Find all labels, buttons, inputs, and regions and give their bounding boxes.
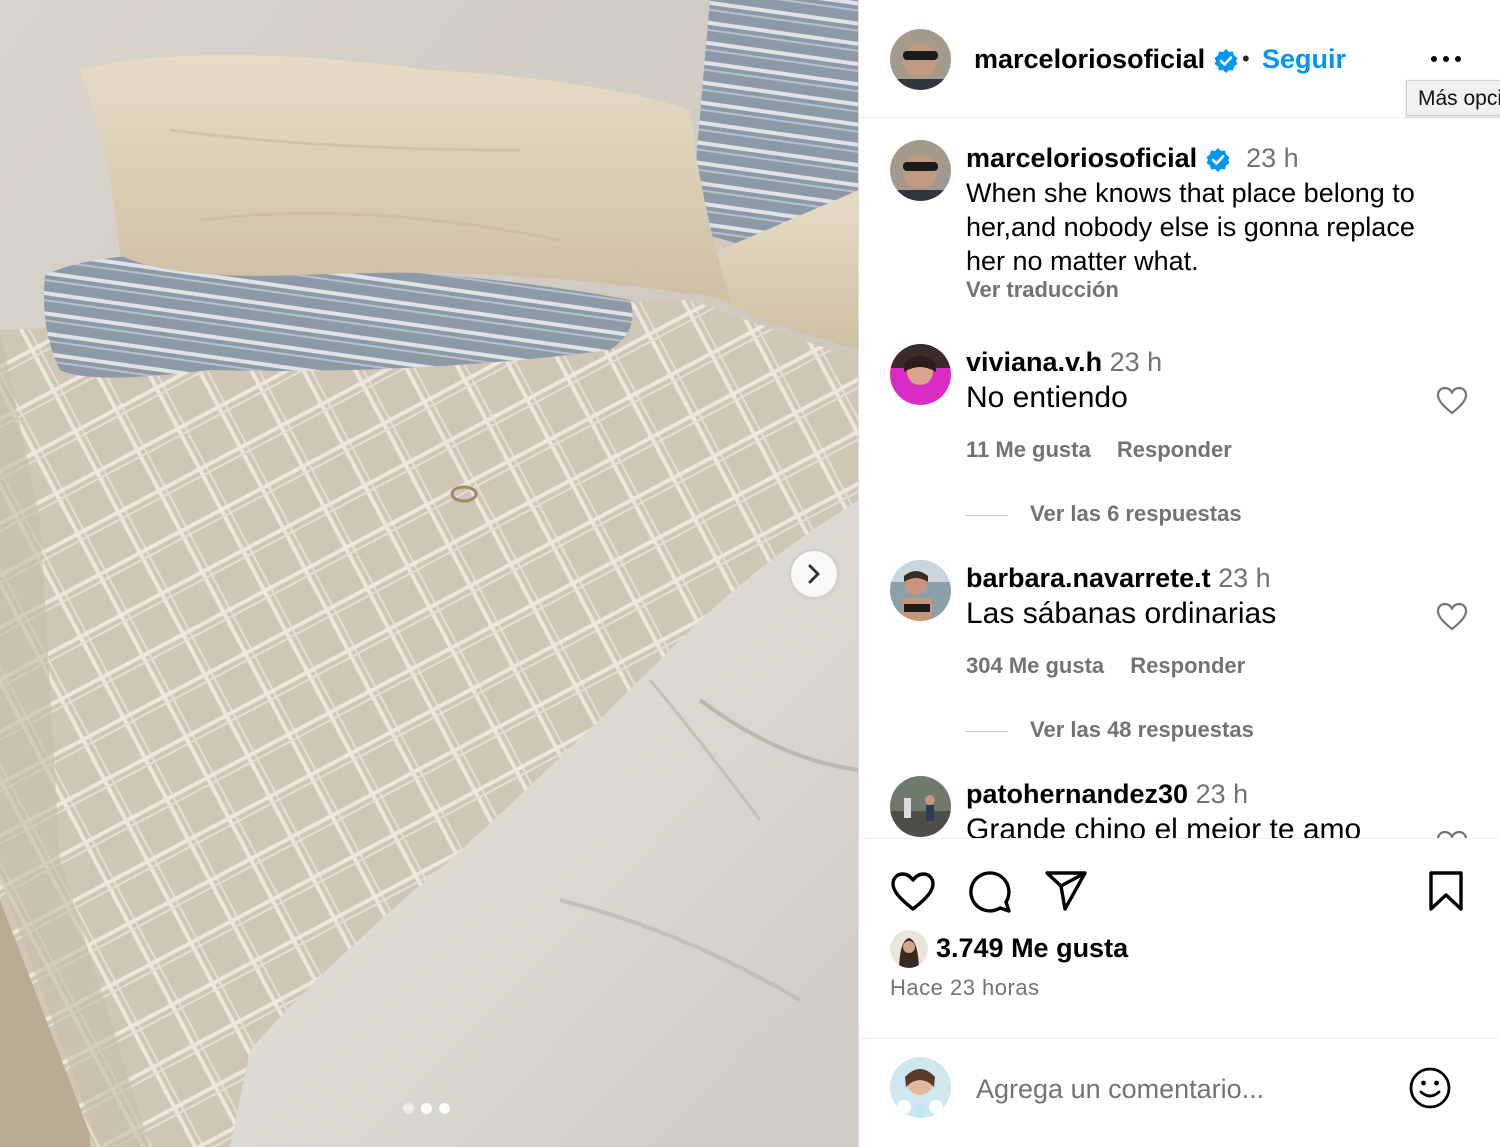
- more-options-button[interactable]: [1428, 44, 1464, 74]
- comment-input[interactable]: [976, 1069, 1396, 1109]
- comment-username[interactable]: patohernandez30 23 h: [966, 779, 1248, 810]
- verified-badge-icon: [1206, 147, 1230, 172]
- comment-avatar[interactable]: [890, 344, 951, 405]
- translate-link[interactable]: Ver traducción: [966, 277, 1119, 303]
- comment-likes[interactable]: 11 Me gusta: [966, 437, 1091, 462]
- post-photo[interactable]: [0, 0, 859, 1147]
- caption-avatar[interactable]: [890, 140, 951, 201]
- comment-like-heart-icon[interactable]: [1436, 602, 1468, 632]
- comment-composer: [860, 1038, 1500, 1147]
- comment-username[interactable]: barbara.navarrete.t 23 h: [966, 563, 1271, 594]
- comment-text: Grande chino el mejor te amo: [966, 813, 1362, 838]
- comment-text: Las sábanas ordinarias: [966, 597, 1277, 630]
- comment-bubble-icon[interactable]: [967, 869, 1013, 915]
- divider: [966, 514, 1008, 516]
- comment-like-heart-icon[interactable]: [1436, 386, 1468, 416]
- likes-count[interactable]: 3.749 Me gusta: [936, 933, 1128, 964]
- comment-meta: 304 Me gusta Responder: [966, 653, 1245, 679]
- comment-like-heart-icon[interactable]: [1436, 830, 1468, 838]
- more-horizontal-icon: [1431, 56, 1461, 62]
- follow-button[interactable]: Seguir: [1262, 44, 1346, 75]
- caption-username[interactable]: marceloriosoficial 23 h: [966, 143, 1299, 174]
- save-bookmark-icon[interactable]: [1427, 869, 1465, 913]
- comment-time: 23 h: [1218, 563, 1271, 593]
- separator: •: [1242, 46, 1250, 71]
- comment-avatar[interactable]: [890, 776, 951, 837]
- chevron-right-icon: [808, 564, 820, 584]
- carousel-indicator: [403, 1103, 450, 1114]
- post-header: marceloriosoficial • Seguir Más opciones: [860, 0, 1500, 118]
- comment-meta: 11 Me gusta Responder: [966, 437, 1232, 463]
- comment-username[interactable]: viviana.v.h 23 h: [966, 347, 1162, 378]
- caption-time: 23 h: [1246, 143, 1299, 173]
- carousel-dot-active: [421, 1103, 432, 1114]
- comment-likes[interactable]: 304 Me gusta: [966, 653, 1104, 678]
- comment-text: No entiendo: [966, 381, 1128, 414]
- share-send-icon[interactable]: [1043, 869, 1089, 913]
- emoji-picker-icon[interactable]: [1408, 1066, 1452, 1110]
- author-username[interactable]: marceloriosoficial: [974, 44, 1239, 75]
- viewer-avatar: [890, 1057, 951, 1118]
- liker-avatar[interactable]: [890, 930, 928, 968]
- bed-photo: [0, 0, 858, 1147]
- comment-time: 23 h: [1109, 347, 1163, 377]
- like-heart-icon[interactable]: [890, 871, 936, 913]
- view-replies-button[interactable]: Ver las 48 respuestas: [966, 717, 1254, 743]
- post-details: marceloriosoficial • Seguir Más opciones: [860, 0, 1500, 1147]
- comment-avatar[interactable]: [890, 560, 951, 621]
- author-avatar[interactable]: [890, 29, 951, 90]
- comment-time: 23 h: [1195, 779, 1249, 809]
- comments-list[interactable]: marceloriosoficial 23 h When she knows t…: [860, 119, 1500, 838]
- carousel-dot: [439, 1103, 450, 1114]
- post-timestamp: Hace 23 horas: [890, 975, 1040, 1000]
- caption-text: When she knows that place belong to her,…: [966, 178, 1415, 276]
- reply-button[interactable]: Responder: [1117, 437, 1232, 462]
- next-photo-button[interactable]: [791, 551, 837, 597]
- verified-badge-icon: [1214, 48, 1238, 73]
- more-options-tooltip: Más opciones: [1406, 80, 1500, 116]
- reply-button[interactable]: Responder: [1130, 653, 1245, 678]
- divider: [966, 730, 1008, 732]
- post-actions: 3.749 Me gusta Hace 23 horas: [860, 838, 1500, 1038]
- view-replies-button[interactable]: Ver las 6 respuestas: [966, 501, 1242, 527]
- carousel-dot: [403, 1103, 414, 1114]
